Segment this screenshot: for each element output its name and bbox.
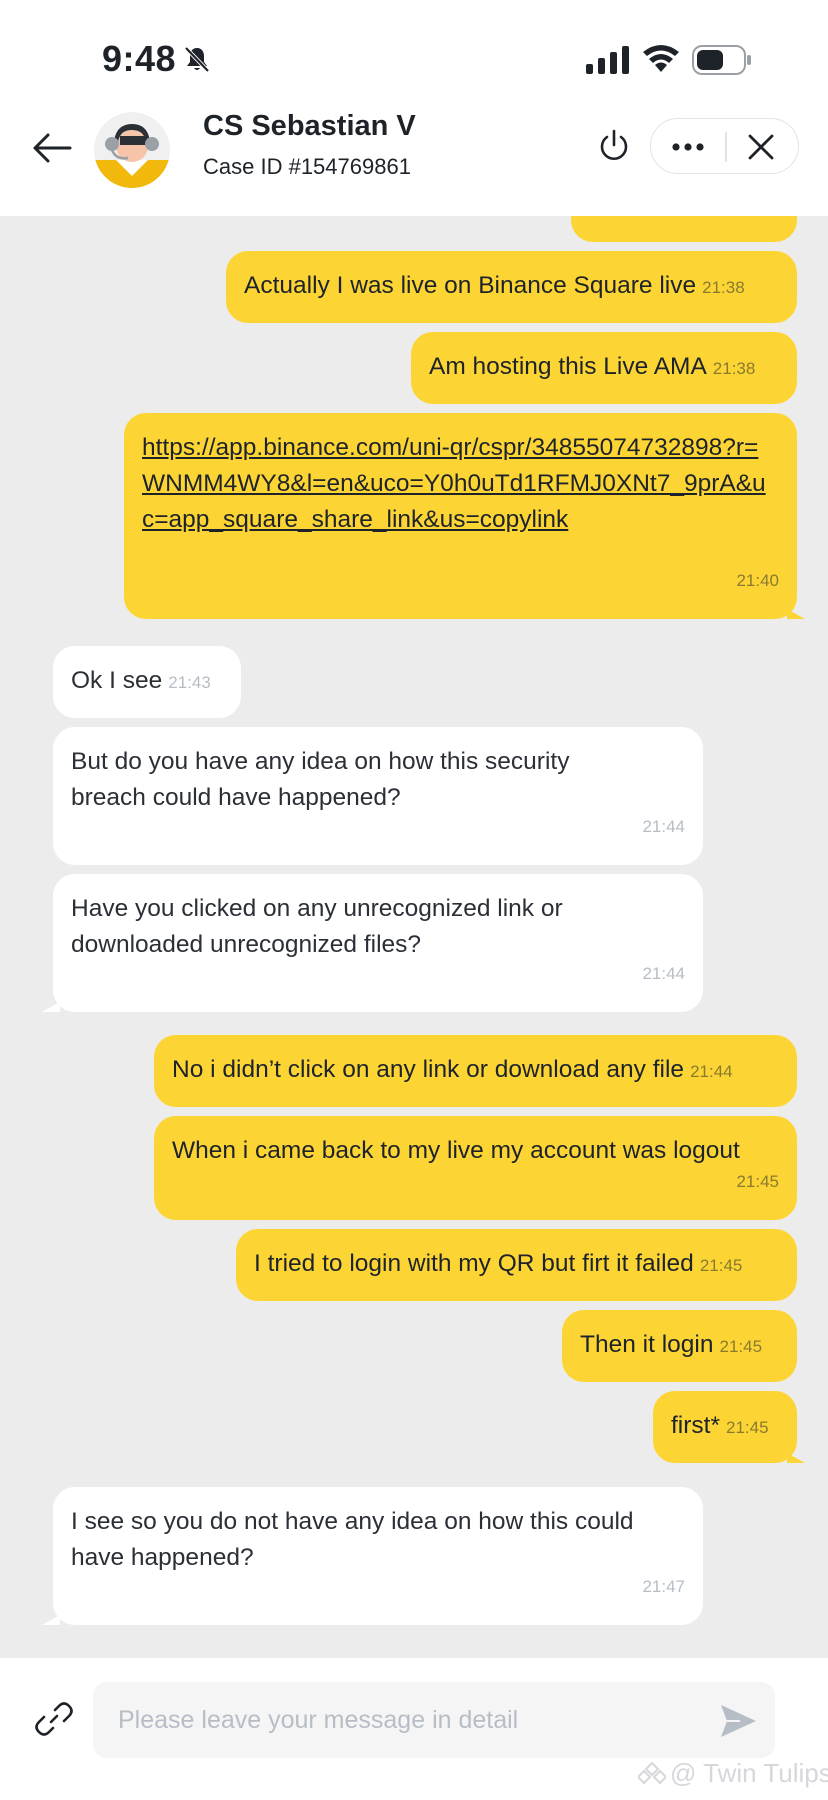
battery-icon: [692, 45, 751, 75]
message-time: 21:40: [736, 571, 779, 590]
message-time: 21:38: [712, 359, 756, 378]
signal-icon: [586, 46, 629, 74]
bubble-tail: [42, 1615, 60, 1625]
message-text: Actually I was live on Binance Square li…: [244, 272, 697, 299]
message-time: 21:44: [642, 964, 685, 983]
message-input[interactable]: [93, 1682, 775, 1758]
case-id: Case ID #154769861: [203, 154, 411, 179]
message-text: Ok I see: [71, 667, 163, 694]
message-time: 21:44: [690, 1062, 733, 1081]
message-bubble-partial: [571, 216, 797, 242]
message-time: 21:44: [642, 817, 685, 836]
message-bubble-out[interactable]: No i didn’t click on any link or downloa…: [154, 1035, 797, 1107]
message-bubble-in[interactable]: Have you clicked on any unrecognized lin…: [53, 874, 703, 1012]
message-bubble-out[interactable]: Am hosting this Live AMA 21:38: [411, 332, 797, 404]
message-text: I tried to login with my QR but firt it …: [254, 1250, 694, 1277]
message-text: No i didn’t click on any link or downloa…: [172, 1056, 685, 1083]
message-bubble-out[interactable]: When i came back to my live my account w…: [154, 1116, 797, 1220]
bell-muted-icon: [184, 46, 210, 73]
bubble-tail: [42, 1002, 60, 1012]
more-icon[interactable]: [667, 133, 709, 161]
watermark-text: @ Twin Tulips: [670, 1758, 828, 1788]
message-bubble-in[interactable]: But do you have any idea on how this sec…: [53, 727, 703, 865]
wifi-icon: [643, 45, 679, 72]
message-time: 21:45: [726, 1418, 769, 1437]
message-bubble-out[interactable]: I tried to login with my QR but firt it …: [236, 1229, 797, 1301]
chat-header: CS Sebastian V Case ID #154769861: [0, 110, 828, 216]
bubble-tail: [787, 609, 805, 619]
message-text: Have you clicked on any unrecognized lin…: [71, 895, 563, 958]
message-bubble-out[interactable]: Then it login 21:45: [562, 1310, 797, 1382]
close-icon[interactable]: [746, 132, 776, 162]
back-arrow-icon[interactable]: [32, 127, 74, 169]
status-time: 9:48: [102, 38, 177, 79]
agent-name: CS Sebastian V: [203, 110, 416, 142]
message-time: 21:38: [702, 278, 745, 297]
power-icon[interactable]: [596, 128, 632, 164]
message-time: 21:47: [642, 1577, 685, 1596]
bubble-tail: [787, 1453, 805, 1463]
message-bubble-out[interactable]: first* 21:45: [653, 1391, 797, 1463]
header-actions: [650, 118, 799, 174]
message-text: first*: [671, 1412, 720, 1439]
message-time: 21:45: [719, 1337, 763, 1356]
message-bubble-in[interactable]: I see so you do not have any idea on how…: [53, 1487, 703, 1625]
message-text: I see so you do not have any idea on how…: [71, 1508, 634, 1571]
message-time: 21:45: [736, 1172, 779, 1191]
message-text: When i came back to my live my account w…: [172, 1137, 740, 1164]
message-bubble-in[interactable]: Ok I see 21:43: [53, 646, 241, 718]
message-bubble-out[interactable]: Actually I was live on Binance Square li…: [226, 251, 797, 323]
pill-divider: [725, 132, 727, 162]
send-icon[interactable]: [718, 1702, 758, 1740]
message-time: 21:45: [699, 1256, 743, 1275]
message-time: 21:43: [168, 673, 211, 692]
watermark-logo-icon: [638, 1761, 666, 1785]
message-bubble-link[interactable]: https://app.binance.com/uni-qr/cspr/3485…: [124, 413, 797, 619]
status-bar: 9:48: [0, 0, 828, 110]
watermark: @ Twin Tulips: [638, 1758, 828, 1789]
message-text: But do you have any idea on how this sec…: [71, 748, 570, 811]
message-text: Then it login: [580, 1331, 714, 1358]
shared-link[interactable]: https://app.binance.com/uni-qr/cspr/3485…: [142, 434, 766, 533]
attach-link-icon[interactable]: [33, 1698, 75, 1740]
agent-avatar: [94, 112, 170, 188]
message-text: Am hosting this Live AMA: [429, 353, 707, 380]
chat-messages[interactable]: Actually I was live on Binance Square li…: [0, 216, 828, 1658]
